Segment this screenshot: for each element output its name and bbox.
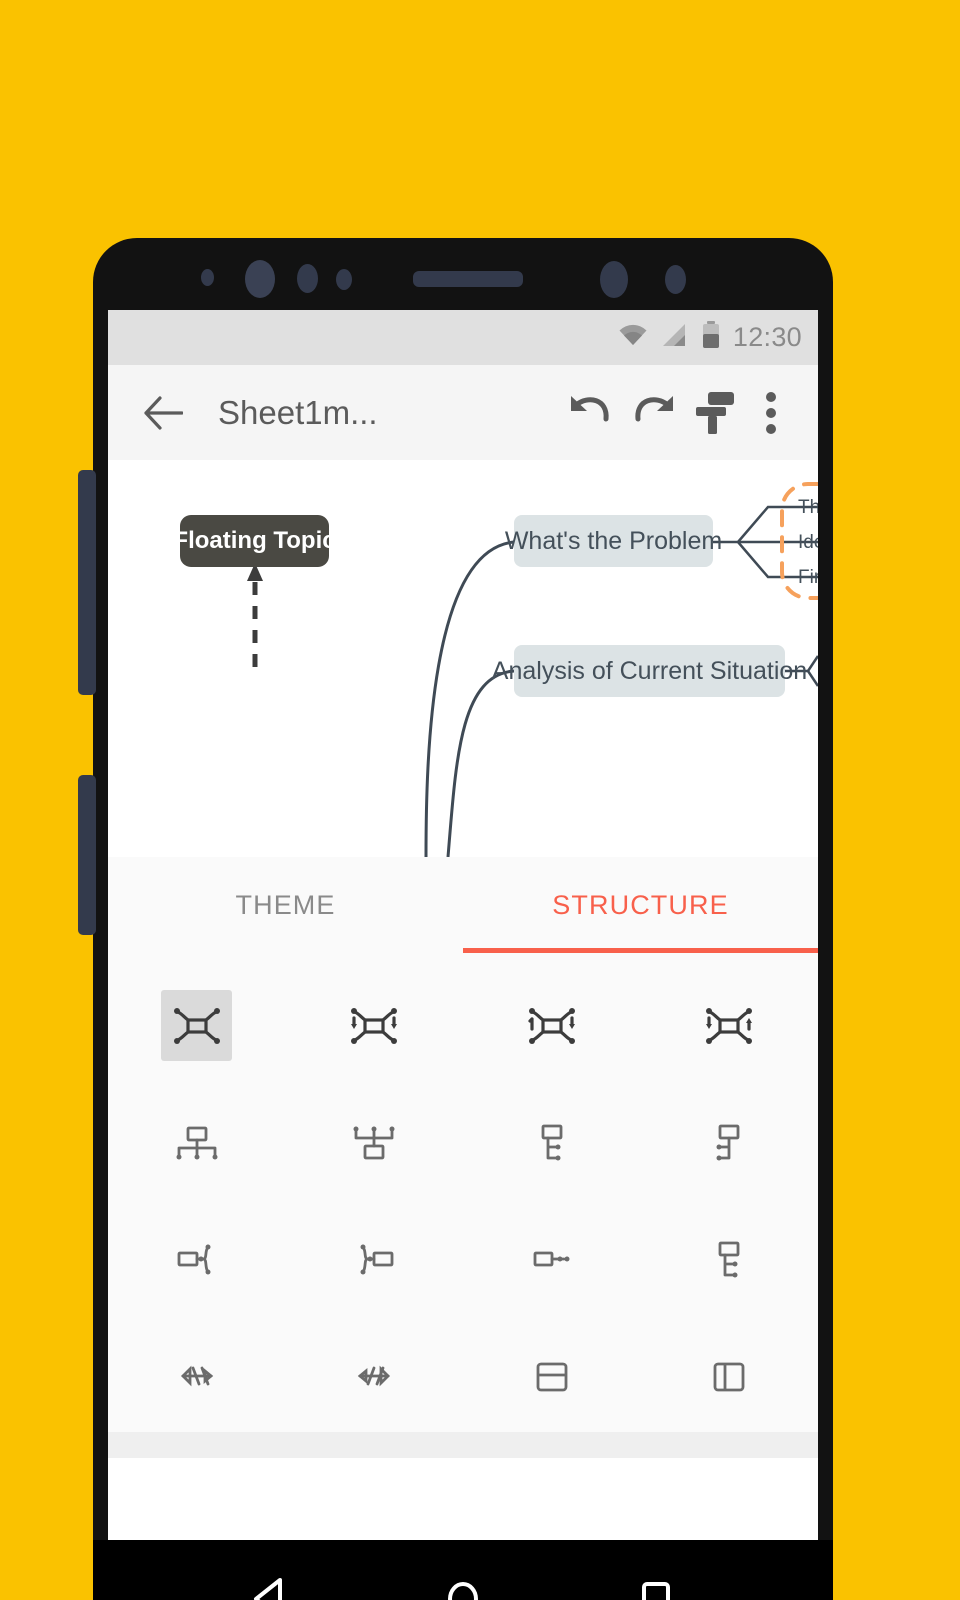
panel-footer-strip xyxy=(108,1432,818,1458)
panel-tab-bar: THEME STRUCTURE xyxy=(108,857,818,953)
triangle-back-icon xyxy=(253,1578,282,1600)
phone-device-frame: 12:30 Sheet1m... Floating Topic What's t… xyxy=(93,238,833,1600)
sensor-dot-2 xyxy=(297,264,318,293)
topic-node-analysis[interactable]: Analysis of Current Situation xyxy=(492,645,807,697)
structure-map-arrows-out[interactable] xyxy=(641,967,819,1084)
earpiece-speaker xyxy=(413,271,523,287)
structure-map-numbered-left[interactable] xyxy=(463,967,641,1084)
undo-icon xyxy=(571,395,609,421)
volume-rocker-button[interactable] xyxy=(78,470,96,695)
subtopic-node-3[interactable]: Fir xyxy=(798,567,818,589)
front-camera-icon xyxy=(245,260,275,298)
tree-right-alt-icon xyxy=(716,1124,740,1160)
floating-topic-node[interactable]: Floating Topic xyxy=(173,515,336,567)
tree-right-icon xyxy=(541,1124,563,1160)
structure-option-grid xyxy=(108,967,818,1435)
floating-topic-label: Floating Topic xyxy=(173,527,336,554)
redo-button[interactable] xyxy=(622,382,684,444)
structure-logic-right[interactable] xyxy=(108,1201,286,1318)
more-vertical-icon xyxy=(766,391,776,434)
phone-top-bezel xyxy=(93,238,833,310)
tree-table-icon xyxy=(718,1241,740,1277)
overflow-menu-button[interactable] xyxy=(746,382,796,444)
mindmap-canvas[interactable]: Floating Topic What's the Problem Analys… xyxy=(108,460,818,857)
status-bar-clock: 12:30 xyxy=(732,322,802,352)
mindmap-balanced-icon xyxy=(173,1007,220,1044)
page-title: Sheet1m... xyxy=(218,393,378,431)
status-bar: 12:30 xyxy=(108,310,818,365)
redo-icon xyxy=(635,395,673,421)
square-recents-icon xyxy=(642,1582,671,1600)
sensor-dot-4 xyxy=(600,261,628,298)
mindmap-both-sides-icon xyxy=(351,1007,398,1044)
sensor-dot-small-3 xyxy=(336,269,352,290)
tab-theme[interactable]: THEME xyxy=(108,857,463,953)
structure-matrix-rows[interactable] xyxy=(463,1318,641,1435)
topic-node-label: Analysis of Current Situation xyxy=(491,656,808,685)
tab-label: STRUCTURE xyxy=(552,889,729,920)
fishbone-right-icon xyxy=(358,1365,391,1386)
app-bar: Sheet1m... xyxy=(108,365,818,460)
nav-home-button[interactable] xyxy=(427,1563,499,1600)
cellular-signal-icon xyxy=(661,323,689,353)
structure-org-chart-up[interactable] xyxy=(286,1084,464,1201)
android-nav-bar xyxy=(93,1540,833,1600)
subtopic-label: Fir xyxy=(798,567,818,588)
subtopic-node-2[interactable]: Ide xyxy=(798,532,818,554)
timeline-horizontal-icon xyxy=(533,1251,570,1266)
subtopic-label: Th xyxy=(798,497,818,518)
subtopic-label: Ide xyxy=(798,532,818,553)
topic-node-label: What's the Problem xyxy=(504,526,723,555)
structure-map-both-sides[interactable] xyxy=(286,967,464,1084)
power-button[interactable] xyxy=(78,775,96,935)
format-painter-button[interactable] xyxy=(684,382,746,444)
logic-left-icon xyxy=(360,1244,394,1274)
circle-home-icon xyxy=(447,1582,478,1600)
structure-panel xyxy=(108,953,818,1458)
phone-screen: 12:30 Sheet1m... Floating Topic What's t… xyxy=(108,310,818,1600)
structure-fishbone-right[interactable] xyxy=(286,1318,464,1435)
structure-matrix-columns[interactable] xyxy=(641,1318,819,1435)
matrix-columns-icon xyxy=(713,1362,745,1391)
undo-button[interactable] xyxy=(560,382,622,444)
structure-tree-right-alt[interactable] xyxy=(641,1084,819,1201)
tab-label: THEME xyxy=(235,889,336,920)
subtopic-node-1[interactable]: Th xyxy=(798,497,818,519)
back-arrow-icon xyxy=(144,395,183,430)
mindmap-arrows-out-icon xyxy=(706,1007,753,1044)
sensor-dot-5 xyxy=(665,265,686,294)
wifi-icon xyxy=(618,323,648,352)
org-chart-down-icon xyxy=(176,1126,218,1159)
sensor-dot-small-1 xyxy=(201,269,214,286)
mindmap-numbered-left-icon xyxy=(528,1007,575,1044)
matrix-rows-icon xyxy=(536,1362,568,1391)
structure-logic-left[interactable] xyxy=(286,1201,464,1318)
structure-fishbone-left[interactable] xyxy=(108,1318,286,1435)
tab-structure[interactable]: STRUCTURE xyxy=(463,857,818,953)
nav-back-button[interactable] xyxy=(234,1563,306,1600)
nav-recents-button[interactable] xyxy=(620,1563,692,1600)
battery-icon xyxy=(702,321,720,354)
logic-right-icon xyxy=(177,1244,211,1274)
structure-map-balanced[interactable] xyxy=(108,967,286,1084)
paint-roller-icon xyxy=(696,391,734,434)
structure-timeline-horizontal[interactable] xyxy=(463,1201,641,1318)
topic-node-problem[interactable]: What's the Problem xyxy=(505,515,722,567)
structure-tree-right[interactable] xyxy=(463,1084,641,1201)
back-button[interactable] xyxy=(134,384,192,442)
org-chart-up-icon xyxy=(353,1126,395,1159)
fishbone-left-icon xyxy=(180,1365,213,1386)
structure-org-chart-down[interactable] xyxy=(108,1084,286,1201)
structure-tree-table[interactable] xyxy=(641,1201,819,1318)
